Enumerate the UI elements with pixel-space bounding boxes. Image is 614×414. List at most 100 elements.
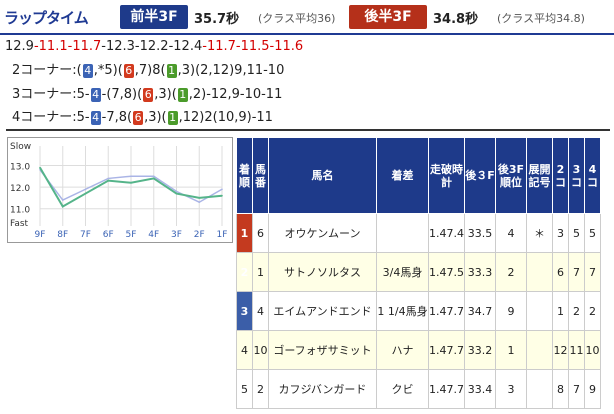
x-tick-label: 6F	[103, 230, 114, 240]
margin-cell: クビ	[376, 369, 429, 409]
time-cell: 1.47.7	[428, 291, 465, 331]
data-point	[84, 188, 87, 191]
y-tick-label: 12.0	[10, 184, 30, 194]
margin-cell: 3/4馬身	[376, 252, 429, 292]
y-label-fast: Fast	[10, 219, 29, 229]
data-point	[61, 205, 64, 208]
data-point	[107, 179, 110, 182]
horse-name-cell[interactable]: オウケンムーン	[268, 213, 377, 253]
corner2-cell: 8	[552, 369, 569, 409]
x-tick-label: 5F	[126, 230, 137, 240]
last3f-rank-cell: 1	[495, 330, 527, 370]
col-symbol: 展開記号	[526, 137, 553, 214]
horse-name-cell[interactable]: カフジバンガード	[268, 369, 377, 409]
horse-badge: 4	[90, 87, 101, 102]
lap-value: 11.5	[240, 39, 270, 54]
col-name: 馬名	[268, 137, 377, 214]
x-tick-label: 1F	[217, 230, 228, 240]
col-number: 馬番	[252, 137, 269, 214]
y-label-slow: Slow	[10, 142, 31, 152]
symbol-cell	[526, 291, 553, 331]
x-tick-label: 2F	[194, 230, 205, 240]
symbol-cell: ＊	[526, 213, 553, 253]
time-cell: 1.47.7	[428, 369, 465, 409]
col-rank: 着順	[236, 137, 253, 214]
lap-value: 11.6	[274, 39, 304, 54]
rank-cell: 4	[236, 330, 253, 370]
page-title: ラップタイム	[4, 9, 89, 27]
rank-cell: 5	[236, 369, 253, 409]
data-point	[152, 177, 155, 180]
lap-value: 12.3	[105, 39, 135, 54]
x-tick-label: 4F	[148, 230, 159, 240]
table-row[interactable]: 4 10 ゴーフォザサミット ハナ 1.47.7 33.2 1 12 11 10	[236, 330, 601, 370]
second-half-value: 34.8秒	[433, 12, 479, 27]
corner-3: 3コーナー:5- 4 -(7,8)(6,3)(1,2)-12,9-10-11	[12, 87, 283, 102]
table-row[interactable]: 5 2 カフジバンガード クビ 1.47.7 33.4 3 8 7 9	[236, 369, 601, 409]
col-corner2: 2コ	[552, 137, 569, 214]
last3f-rank-cell: 3	[495, 369, 527, 409]
corner3-cell: 5	[568, 213, 585, 253]
horse-name-cell[interactable]: エイムアンドエンド	[268, 291, 377, 331]
last3f-cell: 34.7	[464, 291, 496, 331]
corner3-cell: 2	[568, 291, 585, 331]
first-half-avg: (クラス平均36)	[258, 12, 336, 25]
number-cell: 4	[252, 291, 269, 331]
y-tick-label: 13.0	[10, 162, 30, 172]
corner4-cell: 2	[584, 291, 601, 331]
table-row[interactable]: 3 4 エイムアンドエンド 1 1/4馬身 1.47.7 34.7 9 1 2 2	[236, 291, 601, 331]
data-point	[221, 188, 223, 191]
symbol-cell	[526, 330, 553, 370]
x-tick-label: 8F	[57, 230, 68, 240]
data-point	[130, 175, 132, 178]
lap-value: 11.1	[38, 39, 68, 54]
last3f-cell: 33.3	[464, 252, 496, 292]
corner2-cell: 12	[552, 330, 569, 370]
corner4-cell: 5	[584, 213, 601, 253]
first-half-label: 前半3F	[120, 5, 188, 29]
lap-times: 12.9-11.1-11.7-12.3-12.2-12.4-11.7-11.5-…	[5, 38, 303, 56]
lap-value: 11.7	[206, 39, 236, 54]
x-tick-label: 7F	[80, 230, 91, 240]
title-underline	[0, 33, 614, 35]
col-corner4: 4コ	[584, 137, 601, 214]
horse-name-cell[interactable]: サトノソルタス	[268, 252, 377, 292]
data-point	[198, 197, 201, 199]
horse-badge: 1	[177, 87, 188, 102]
horse-badge: 6	[123, 63, 134, 78]
col-time: 走破時計	[428, 137, 465, 214]
data-point	[39, 166, 41, 169]
lap-value: 12.4	[173, 39, 203, 54]
horse-badge: 6	[143, 87, 154, 102]
corner4-cell: 10	[584, 330, 601, 370]
data-point	[152, 175, 155, 178]
margin-cell	[376, 213, 429, 253]
x-tick-label: 3F	[171, 230, 182, 240]
margin-cell: ハナ	[376, 330, 429, 370]
corner4-cell: 7	[584, 252, 601, 292]
lap-time-header: ラップタイム 前半3F 35.7秒 (クラス平均36) 後半3F 34.8秒 (…	[0, 0, 614, 35]
corner2-cell: 6	[552, 252, 569, 292]
data-point	[84, 192, 87, 195]
col-last3f-rank: 後3F順位	[495, 137, 527, 214]
horse-badge: 1	[167, 110, 178, 125]
corner2-cell: 1	[552, 291, 569, 331]
table-row[interactable]: 1 6 オウケンムーン 1.47.4 33.5 4 ＊ 3 5 5	[236, 213, 601, 253]
symbol-cell	[526, 252, 553, 292]
data-point	[175, 192, 178, 195]
number-cell: 1	[252, 252, 269, 292]
data-point	[221, 194, 223, 197]
data-point	[175, 190, 178, 193]
corner4-cell: 9	[584, 369, 601, 409]
col-corner3: 3コ	[568, 137, 585, 214]
time-cell: 1.47.7	[428, 330, 465, 370]
first-half-value: 35.7秒	[194, 12, 240, 27]
corner3-cell: 7	[568, 369, 585, 409]
horse-name-cell[interactable]: ゴーフォザサミット	[268, 330, 377, 370]
table-row[interactable]: 2 1 サトノソルタス 3/4馬身 1.47.5 33.3 2 6 7 7	[236, 252, 601, 292]
lap-chart: 13.0 12.0 11.0 Slow Fast 9F 8F 7F 6F 5F 4F 3F 2F 1F	[7, 137, 233, 243]
data-point	[61, 199, 64, 201]
x-tick-label: 9F	[35, 230, 46, 240]
last3f-rank-cell: 2	[495, 252, 527, 292]
margin-cell: 1 1/4馬身	[376, 291, 429, 331]
